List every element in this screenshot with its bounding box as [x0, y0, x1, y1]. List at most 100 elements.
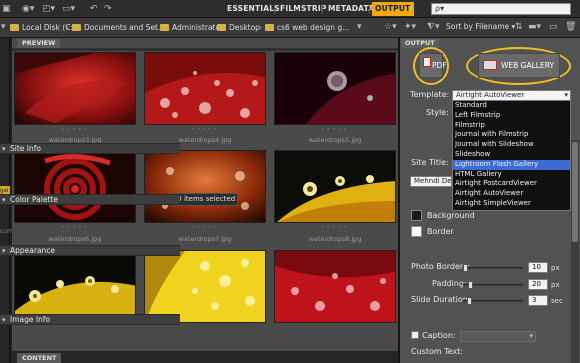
template-option[interactable]: Airtight AutoViewer	[453, 189, 570, 199]
rating-dots[interactable]: •••••	[274, 127, 396, 133]
appearance-section-header[interactable]: Appearance	[0, 245, 180, 256]
sort-by-dropdown[interactable]: Sort by Filename ▾	[446, 22, 515, 31]
template-option[interactable]: Journal with Filmstrip	[453, 130, 570, 140]
rotate-right-icon[interactable]: ↷	[104, 3, 112, 15]
workspace-divider	[322, 4, 323, 14]
workspace-divider	[369, 4, 370, 14]
thumbnail-waterdrops5[interactable]	[274, 52, 396, 125]
template-label: Template:	[410, 90, 450, 99]
padding-unit: px	[551, 281, 560, 289]
rating-dots[interactable]: •••••	[14, 225, 136, 231]
workspace-filmstrip[interactable]: FILMSTRIP	[280, 2, 327, 16]
background-label: Background	[427, 211, 475, 220]
search-input[interactable]: ρ▾	[431, 3, 571, 15]
rotate-left-icon[interactable]: ↶	[90, 3, 98, 15]
template-option[interactable]: Slideshow	[453, 150, 570, 160]
image-info-section-header[interactable]: Image Info	[0, 314, 180, 325]
thumbnail-waterdrops8[interactable]	[274, 150, 396, 223]
pdf-button[interactable]: PDF	[419, 53, 447, 78]
thumbnail-caption: waterdrops6.jpg	[48, 235, 102, 243]
template-option[interactable]: Left Filmstrip	[453, 111, 570, 121]
preview-tab[interactable]: PREVIEW	[17, 39, 61, 48]
thumbnail-caption: waterdrops8.jpg	[308, 235, 362, 243]
scrollbar-thumb[interactable]	[572, 142, 578, 242]
thumbnail-caption: waterdrops7.jpg	[178, 235, 232, 243]
thumbnail-waterdrops10[interactable]	[144, 250, 266, 323]
workspace-essentials[interactable]: ESSENTIALS	[227, 2, 280, 16]
site-title-input[interactable]: Mehndi Design	[410, 176, 452, 187]
thumbnail-waterdrops9[interactable]	[14, 250, 136, 323]
photo-borders-label: Photo Borders:	[411, 262, 471, 271]
background-color-swatch[interactable]	[411, 210, 422, 221]
template-option[interactable]: Airtight SimpleViewer	[453, 199, 570, 209]
slide-duration-unit: sec	[551, 297, 563, 305]
breadcrumb-documents[interactable]: › Documents and Set...	[66, 22, 165, 34]
rating-icon[interactable]: ✦▾	[404, 22, 416, 33]
open-folder-icon[interactable]: ▭	[549, 22, 561, 33]
refine-icon[interactable]: ◰▾	[42, 3, 55, 15]
content-tab[interactable]: CONTENT	[17, 353, 62, 363]
path-history-icon[interactable]: ▾	[357, 22, 369, 33]
template-option[interactable]: HTML Gallery	[453, 170, 570, 180]
workspace-menu-chevron-icon[interactable]: ▾	[408, 3, 413, 15]
breadcrumb-current-folder[interactable]: › cs6 web design g...	[259, 22, 349, 34]
padding-label: Padding:	[432, 279, 467, 288]
filter-icon[interactable]: ⧨▾	[427, 22, 440, 33]
workspace-divider	[274, 4, 275, 14]
caption-select[interactable]: ▾	[460, 331, 536, 342]
rating-dots[interactable]: •••••	[274, 225, 396, 231]
template-option[interactable]: Airtight PostcardViewer	[453, 179, 570, 189]
bridge-app-icon[interactable]: ▣	[2, 3, 11, 15]
folder-icon	[217, 24, 226, 31]
output-panel-scrollbar[interactable]	[571, 140, 579, 363]
rating-dots[interactable]: •••••	[144, 127, 266, 133]
delete-icon[interactable]: 🗑	[565, 22, 577, 33]
padding-input[interactable]: 20	[528, 279, 548, 290]
slide-duration-slider[interactable]	[463, 297, 523, 305]
folder-icon	[160, 24, 169, 31]
thumbnail-waterdrops7[interactable]	[144, 150, 266, 223]
caption-checkbox[interactable]	[411, 331, 419, 339]
web-gallery-icon	[483, 60, 497, 70]
new-folder-icon[interactable]: ▬▾	[528, 22, 541, 33]
camera-icon[interactable]: ◉▾	[22, 3, 34, 15]
thumbnail-waterdrops6[interactable]	[14, 150, 136, 223]
caption-label: Caption:	[422, 331, 456, 340]
photo-borders-unit: px	[551, 264, 560, 272]
rating-dots[interactable]: •••••	[144, 225, 266, 231]
preview-tab-bar	[12, 48, 398, 51]
rating-dots[interactable]: •••••	[14, 127, 136, 133]
sort-order-icon[interactable]: ⇅	[515, 22, 527, 33]
folder-icon	[72, 24, 81, 31]
template-dropdown-menu[interactable]: Standard Left Filmstrip Filmstrip Journal w…	[452, 100, 571, 211]
slide-duration-label: Slide Duration:	[411, 295, 471, 304]
thumbnail-waterdrops3[interactable]	[14, 52, 136, 125]
custom-text-label: Custom Text:	[411, 347, 464, 356]
path-bar: ▾ Local Disk (C:) › Documents and Set... …	[0, 18, 580, 38]
open-recent-icon[interactable]: ▭▾	[62, 3, 75, 15]
site-info-section-header[interactable]: Site Info	[0, 143, 180, 154]
site-title-label: Site Title:	[411, 158, 449, 167]
photo-borders-input[interactable]: 10	[528, 262, 548, 273]
left-panel-label: cum	[0, 228, 13, 235]
thumbnail-waterdrops4[interactable]	[144, 52, 266, 125]
breadcrumb-desktop[interactable]: › Desktop	[211, 22, 260, 34]
template-option[interactable]: Lightroom Flash Gallery	[453, 159, 570, 170]
color-palette-section-header[interactable]: Color Palette	[0, 194, 180, 205]
thumbnail-waterdrops11[interactable]	[274, 250, 396, 323]
selection-tooltip: 10 items selected	[170, 193, 238, 206]
pdf-icon	[423, 57, 431, 67]
workspace-metadata[interactable]: METADATA	[328, 2, 374, 16]
star-filter-icon[interactable]: ☆▾	[384, 22, 397, 33]
padding-slider[interactable]	[463, 281, 523, 289]
template-option[interactable]: Filmstrip	[453, 121, 570, 131]
photo-borders-slider[interactable]	[463, 264, 523, 272]
content-panel-bar: CONTENT	[12, 351, 398, 363]
template-option[interactable]: Standard	[453, 101, 570, 111]
web-gallery-button[interactable]: WEB GALLERY	[478, 53, 560, 78]
template-option[interactable]: Journal with Slideshow	[453, 140, 570, 150]
border-color-swatch[interactable]	[411, 226, 422, 237]
slide-duration-input[interactable]: 3	[528, 295, 548, 306]
border-label: Border	[427, 227, 454, 236]
folder-icon	[265, 24, 274, 31]
